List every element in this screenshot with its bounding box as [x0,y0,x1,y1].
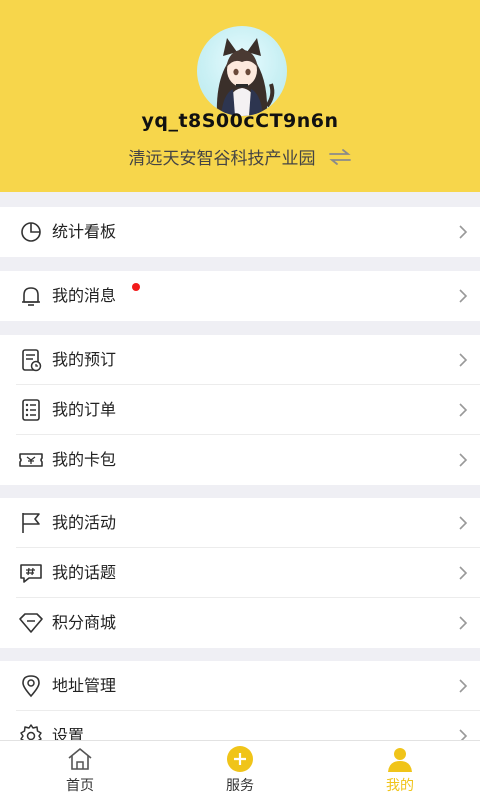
menu-label: 我的消息 [52,286,117,305]
chevron-right-icon [458,678,468,694]
tab-label: 首页 [66,778,94,794]
swap-icon[interactable] [328,147,352,172]
username: yq_t8S00cCT9n6n [141,110,339,132]
flag-icon [18,510,44,536]
menu-item-address[interactable]: 地址管理 [0,661,480,711]
reservation-icon [18,347,44,373]
avatar-illustration [216,38,275,116]
menu-group-stats: 统计看板 [0,207,480,257]
chevron-right-icon [458,288,468,304]
menu-label: 积分商城 [52,613,117,632]
chevron-right-icon [458,452,468,468]
menu-item-messages[interactable]: 我的消息 [0,271,480,321]
menu-label: 我的卡包 [52,450,117,469]
plus-circle-icon [226,745,254,773]
chevron-right-icon [458,565,468,581]
user-icon [386,745,414,773]
tab-label: 我的 [386,778,414,794]
menu-item-orders[interactable]: 我的订单 [0,385,480,435]
menu-label: 我的预订 [52,350,117,369]
chevron-right-icon [458,515,468,531]
chevron-right-icon [458,615,468,631]
menu-item-points-mall[interactable]: 积分商城 [0,598,480,648]
pie-chart-icon [18,219,44,245]
diamond-icon [18,610,44,636]
menu-item-activities[interactable]: 我的活动 [0,498,480,548]
chevron-right-icon [458,402,468,418]
menu-group-messages: 我的消息 [0,271,480,321]
chevron-right-icon [458,352,468,368]
avatar[interactable] [197,26,287,116]
bottom-tab-bar: 首页 服务 我的 [0,740,480,801]
profile-header: yq_t8S00cCT9n6n 清远天安智谷科技产业园 [0,0,480,192]
menu-item-stats[interactable]: 统计看板 [0,207,480,257]
tab-mine[interactable]: 我的 [320,741,480,801]
tab-home[interactable]: 首页 [0,741,160,801]
location-pin-icon [18,673,44,699]
menu-label: 统计看板 [52,222,117,241]
location-row[interactable]: 清远天安智谷科技产业园 [0,144,480,172]
menu-group-orders: 我的预订 我的订单 我的卡包 [0,335,480,485]
tab-label: 服务 [226,778,254,794]
menu-item-reservations[interactable]: 我的预订 [0,335,480,385]
location-name: 清远天安智谷科技产业园 [128,149,316,169]
menu-label: 我的活动 [52,513,117,532]
menu-label: 我的订单 [52,400,117,419]
menu-item-topics[interactable]: 我的话题 [0,548,480,598]
notification-dot [132,283,140,291]
menu-label: 我的话题 [52,563,117,582]
coupon-ticket-icon [18,447,44,473]
menu-item-cards[interactable]: 我的卡包 [0,435,480,485]
bell-icon [18,283,44,309]
menu-label: 地址管理 [52,676,117,695]
menu-group-community: 我的活动 我的话题 积分商城 [0,498,480,648]
tab-service[interactable]: 服务 [160,741,320,801]
order-list-icon [18,397,44,423]
chevron-right-icon [458,224,468,240]
home-icon [66,745,94,773]
hashtag-chat-icon [18,560,44,586]
